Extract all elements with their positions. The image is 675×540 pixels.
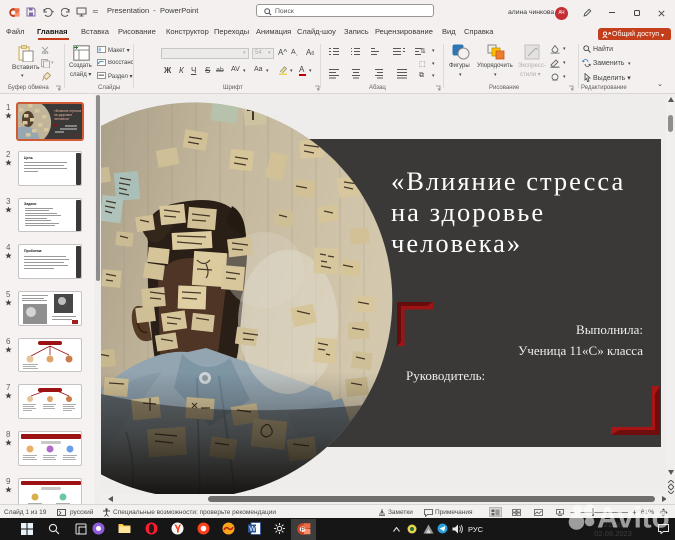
svg-text:P: P <box>301 527 305 533</box>
svg-text:человека»: человека» <box>54 117 70 121</box>
svg-text:W: W <box>249 526 256 533</box>
